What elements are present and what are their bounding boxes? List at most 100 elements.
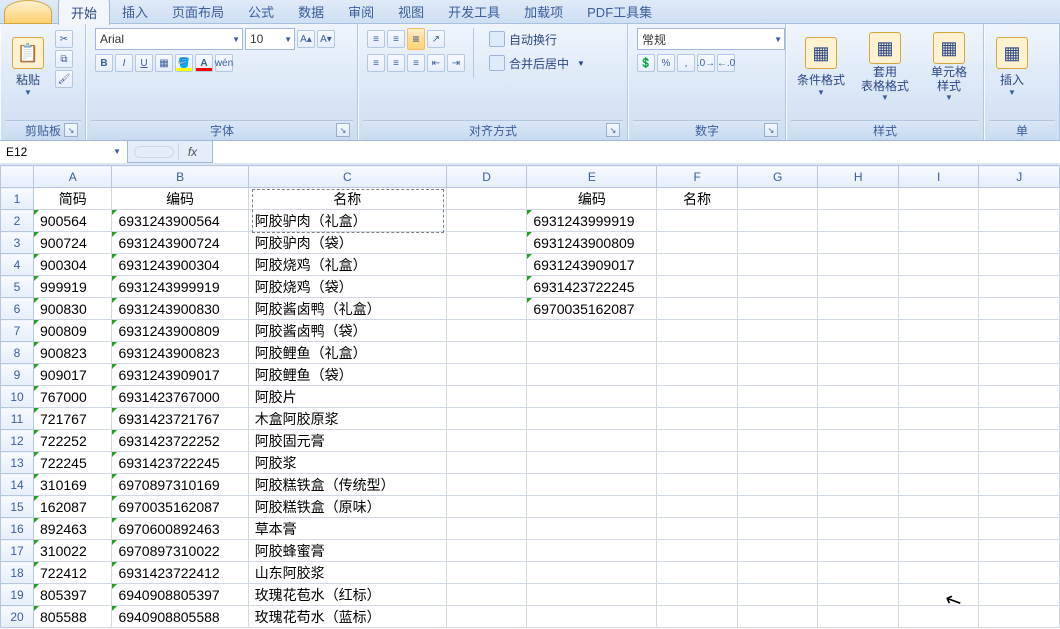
cell-J20[interactable] <box>979 606 1060 628</box>
cell-I6[interactable] <box>898 298 979 320</box>
cell-J4[interactable] <box>979 254 1060 276</box>
cell-I12[interactable] <box>898 430 979 452</box>
col-header-H[interactable]: H <box>818 166 899 188</box>
align-middle-button[interactable]: ≡ <box>387 30 405 48</box>
cell-I1[interactable] <box>898 188 979 210</box>
cell-F5[interactable] <box>657 276 738 298</box>
cell-C12[interactable]: 阿胶固元膏 <box>248 430 446 452</box>
cell-D20[interactable] <box>446 606 527 628</box>
phonetic-button[interactable]: wén <box>215 54 233 72</box>
cell-E12[interactable] <box>527 430 657 452</box>
cell-F9[interactable] <box>657 364 738 386</box>
cell-J2[interactable] <box>979 210 1060 232</box>
cell-J13[interactable] <box>979 452 1060 474</box>
cell-D7[interactable] <box>446 320 527 342</box>
orientation-button[interactable]: ↗ <box>427 30 445 48</box>
font-size-combo[interactable]: 10▼ <box>245 28 295 50</box>
col-header-B[interactable]: B <box>112 166 248 188</box>
cell-D2[interactable] <box>446 210 527 232</box>
row-header-10[interactable]: 10 <box>1 386 34 408</box>
cell-H16[interactable] <box>818 518 899 540</box>
tab-公式[interactable]: 公式 <box>236 0 286 25</box>
fill-color-button[interactable]: 🪣 <box>175 54 193 72</box>
cell-A1[interactable]: 简码 <box>34 188 112 210</box>
copy-button[interactable]: ⧉ <box>55 50 73 68</box>
align-right-button[interactable]: ≡ <box>407 54 425 72</box>
cell-E2[interactable]: 6931243999919 <box>527 210 657 232</box>
cell-E3[interactable]: 6931243900809 <box>527 232 657 254</box>
cell-G12[interactable] <box>737 430 818 452</box>
cell-G9[interactable] <box>737 364 818 386</box>
cell-B8[interactable]: 6931243900823 <box>112 342 248 364</box>
tab-开始[interactable]: 开始 <box>58 0 110 25</box>
number-format-combo[interactable]: 常规▼ <box>637 28 785 50</box>
formula-input[interactable] <box>212 141 1060 163</box>
cell-C9[interactable]: 阿胶鲤鱼（袋） <box>248 364 446 386</box>
cell-G11[interactable] <box>737 408 818 430</box>
tab-视图[interactable]: 视图 <box>386 0 436 25</box>
row-header-7[interactable]: 7 <box>1 320 34 342</box>
cell-F3[interactable] <box>657 232 738 254</box>
cell-H20[interactable] <box>818 606 899 628</box>
cell-I2[interactable] <box>898 210 979 232</box>
cell-G13[interactable] <box>737 452 818 474</box>
cell-D10[interactable] <box>446 386 527 408</box>
cell-I10[interactable] <box>898 386 979 408</box>
cell-E20[interactable] <box>527 606 657 628</box>
increase-font-button[interactable]: A▴ <box>297 30 315 48</box>
cell-F4[interactable] <box>657 254 738 276</box>
cell-H2[interactable] <box>818 210 899 232</box>
cell-B17[interactable]: 6970897310022 <box>112 540 248 562</box>
tab-数据[interactable]: 数据 <box>286 0 336 25</box>
name-box[interactable]: E12▼ <box>0 141 128 163</box>
cell-J3[interactable] <box>979 232 1060 254</box>
office-button[interactable] <box>4 0 52 24</box>
cell-B16[interactable]: 6970600892463 <box>112 518 248 540</box>
decrease-decimal-button[interactable]: ←.0 <box>717 54 735 72</box>
tab-PDF工具集[interactable]: PDF工具集 <box>575 0 664 25</box>
spreadsheet-grid[interactable]: ABCDEFGHIJ1简码编码名称编码名称2900564693124390056… <box>0 165 1060 629</box>
cell-E7[interactable] <box>527 320 657 342</box>
underline-button[interactable]: U <box>135 54 153 72</box>
font-launcher-icon[interactable]: ↘ <box>336 123 350 137</box>
cell-B3[interactable]: 6931243900724 <box>112 232 248 254</box>
cell-A11[interactable]: 721767 <box>34 408 112 430</box>
align-launcher-icon[interactable]: ↘ <box>606 123 620 137</box>
decrease-font-button[interactable]: A▾ <box>317 30 335 48</box>
cell-E8[interactable] <box>527 342 657 364</box>
cell-A3[interactable]: 900724 <box>34 232 112 254</box>
cell-G20[interactable] <box>737 606 818 628</box>
expand-fbar-button[interactable] <box>134 146 174 158</box>
font-color-button[interactable]: A <box>195 54 213 72</box>
row-header-17[interactable]: 17 <box>1 540 34 562</box>
cell-H8[interactable] <box>818 342 899 364</box>
cell-J17[interactable] <box>979 540 1060 562</box>
cell-H3[interactable] <box>818 232 899 254</box>
cell-E10[interactable] <box>527 386 657 408</box>
cell-I16[interactable] <box>898 518 979 540</box>
cell-B4[interactable]: 6931243900304 <box>112 254 248 276</box>
comma-format-button[interactable]: , <box>677 54 695 72</box>
cell-B9[interactable]: 6931243909017 <box>112 364 248 386</box>
cell-D19[interactable] <box>446 584 527 606</box>
cell-A15[interactable]: 162087 <box>34 496 112 518</box>
cell-C13[interactable]: 阿胶浆 <box>248 452 446 474</box>
cell-G19[interactable] <box>737 584 818 606</box>
cell-I19[interactable] <box>898 584 979 606</box>
cell-D4[interactable] <box>446 254 527 276</box>
cell-H13[interactable] <box>818 452 899 474</box>
cell-A6[interactable]: 900830 <box>34 298 112 320</box>
cell-I14[interactable] <box>898 474 979 496</box>
cell-F20[interactable] <box>657 606 738 628</box>
cell-C16[interactable]: 草本膏 <box>248 518 446 540</box>
col-header-G[interactable]: G <box>737 166 818 188</box>
cell-J7[interactable] <box>979 320 1060 342</box>
cell-B2[interactable]: 6931243900564 <box>112 210 248 232</box>
cell-G14[interactable] <box>737 474 818 496</box>
cell-D17[interactable] <box>446 540 527 562</box>
cell-F8[interactable] <box>657 342 738 364</box>
cell-C3[interactable]: 阿胶驴肉（袋） <box>248 232 446 254</box>
cell-A19[interactable]: 805397 <box>34 584 112 606</box>
row-header-2[interactable]: 2 <box>1 210 34 232</box>
clipboard-launcher-icon[interactable]: ↘ <box>64 123 78 137</box>
